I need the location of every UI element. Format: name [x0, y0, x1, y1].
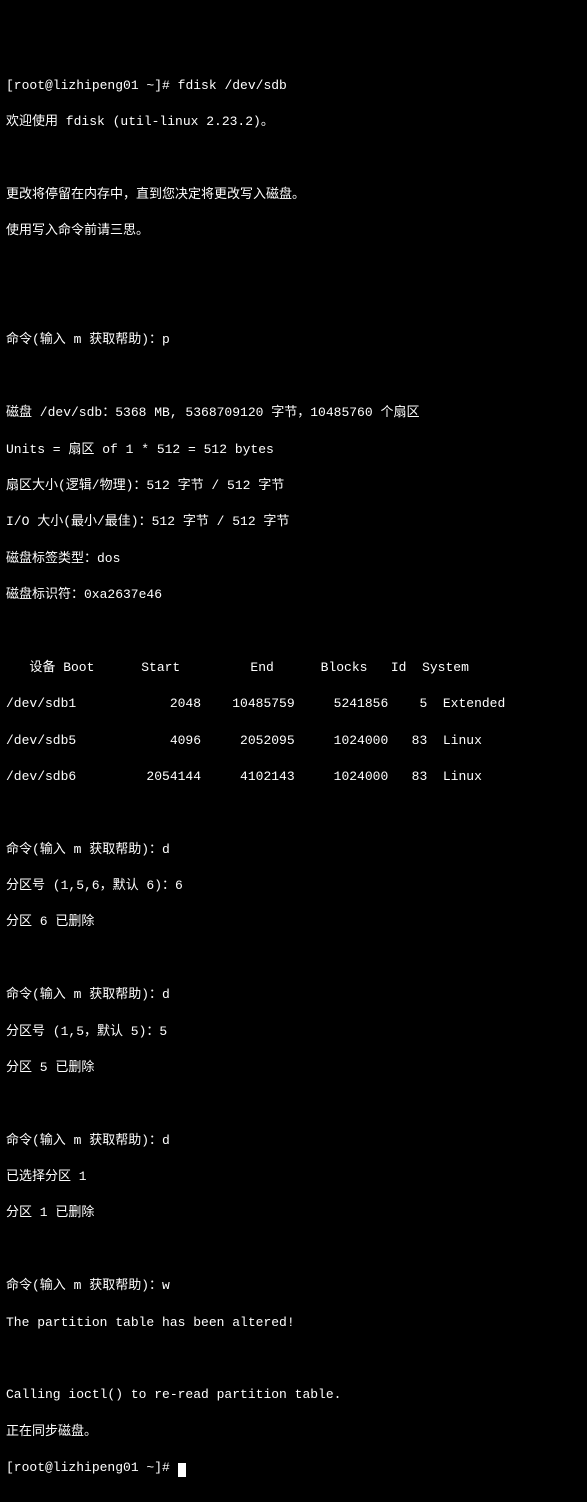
fdisk-prompt: 命令(输入 m 获取帮助)： [6, 332, 162, 347]
ioctl-message: Calling ioctl() to re-read partition tab… [6, 1386, 581, 1404]
terminal-line: 命令(输入 m 获取帮助)：w [6, 1277, 581, 1295]
shell-prompt: [root@lizhipeng01 ~]# [6, 78, 178, 93]
output-warning: 使用写入命令前请三思。 [6, 222, 581, 240]
delete-confirm: 分区 5 已删除 [6, 1059, 581, 1077]
partition-number-input[interactable]: 6 [175, 878, 183, 893]
delete-confirm: 分区 1 已删除 [6, 1204, 581, 1222]
syncing-message: 正在同步磁盘。 [6, 1423, 581, 1441]
units-info: Units = 扇区 of 1 * 512 = 512 bytes [6, 441, 581, 459]
output-warning: 更改将停留在内存中，直到您决定将更改写入磁盘。 [6, 186, 581, 204]
blank-line [6, 804, 581, 822]
fdisk-prompt: 命令(输入 m 获取帮助)： [6, 987, 162, 1002]
shell-prompt: [root@lizhipeng01 ~]# [6, 1460, 178, 1475]
terminal-line: 命令(输入 m 获取帮助)：d [6, 986, 581, 1004]
terminal-line: 分区号 (1,5,6，默认 6)：6 [6, 877, 581, 895]
blank-line [6, 368, 581, 386]
fdisk-input[interactable]: d [162, 842, 170, 857]
fdisk-prompt: 命令(输入 m 获取帮助)： [6, 842, 162, 857]
blank-line [6, 950, 581, 968]
fdisk-input[interactable]: d [162, 987, 170, 1002]
blank-line [6, 1350, 581, 1368]
partition-number-prompt: 分区号 (1,5，默认 5)： [6, 1024, 159, 1039]
terminal-line: 命令(输入 m 获取帮助)：p [6, 331, 581, 349]
fdisk-input[interactable]: d [162, 1133, 170, 1148]
partition-number-input[interactable]: 5 [159, 1024, 167, 1039]
partition-row: /dev/sdb1 2048 10485759 5241856 5 Extend… [6, 695, 581, 713]
fdisk-input[interactable]: w [162, 1278, 170, 1293]
io-size: I/O 大小(最小/最佳)：512 字节 / 512 字节 [6, 513, 581, 531]
fdisk-prompt: 命令(输入 m 获取帮助)： [6, 1278, 162, 1293]
selected-partition: 已选择分区 1 [6, 1168, 581, 1186]
terminal-line: [root@lizhipeng01 ~]# fdisk /dev/sdb [6, 77, 581, 95]
terminal-line: 命令(输入 m 获取帮助)：d [6, 1132, 581, 1150]
blank-line [6, 1241, 581, 1259]
disk-identifier: 磁盘标识符：0xa2637e46 [6, 586, 581, 604]
blank-line [6, 150, 581, 168]
sector-size: 扇区大小(逻辑/物理)：512 字节 / 512 字节 [6, 477, 581, 495]
terminal-line: 命令(输入 m 获取帮助)：d [6, 841, 581, 859]
disk-info: 磁盘 /dev/sdb：5368 MB, 5368709120 字节，10485… [6, 404, 581, 422]
fdisk-input[interactable]: p [162, 332, 170, 347]
blank-line [6, 622, 581, 640]
terminal-line: [root@lizhipeng01 ~]# [6, 1459, 581, 1477]
command-input[interactable]: fdisk /dev/sdb [178, 78, 287, 93]
blank-line [6, 259, 581, 277]
partition-row: /dev/sdb5 4096 2052095 1024000 83 Linux [6, 732, 581, 750]
fdisk-prompt: 命令(输入 m 获取帮助)： [6, 1133, 162, 1148]
partition-row: /dev/sdb6 2054144 4102143 1024000 83 Lin… [6, 768, 581, 786]
output-welcome: 欢迎使用 fdisk (util-linux 2.23.2)。 [6, 113, 581, 131]
partition-number-prompt: 分区号 (1,5,6，默认 6)： [6, 878, 175, 893]
partition-table-header: 设备 Boot Start End Blocks Id System [6, 659, 581, 677]
blank-line [6, 1095, 581, 1113]
cursor[interactable] [178, 1463, 186, 1477]
terminal-line: 分区号 (1,5，默认 5)：5 [6, 1023, 581, 1041]
blank-line [6, 295, 581, 313]
table-altered: The partition table has been altered! [6, 1314, 581, 1332]
delete-confirm: 分区 6 已删除 [6, 913, 581, 931]
label-type: 磁盘标签类型：dos [6, 550, 581, 568]
